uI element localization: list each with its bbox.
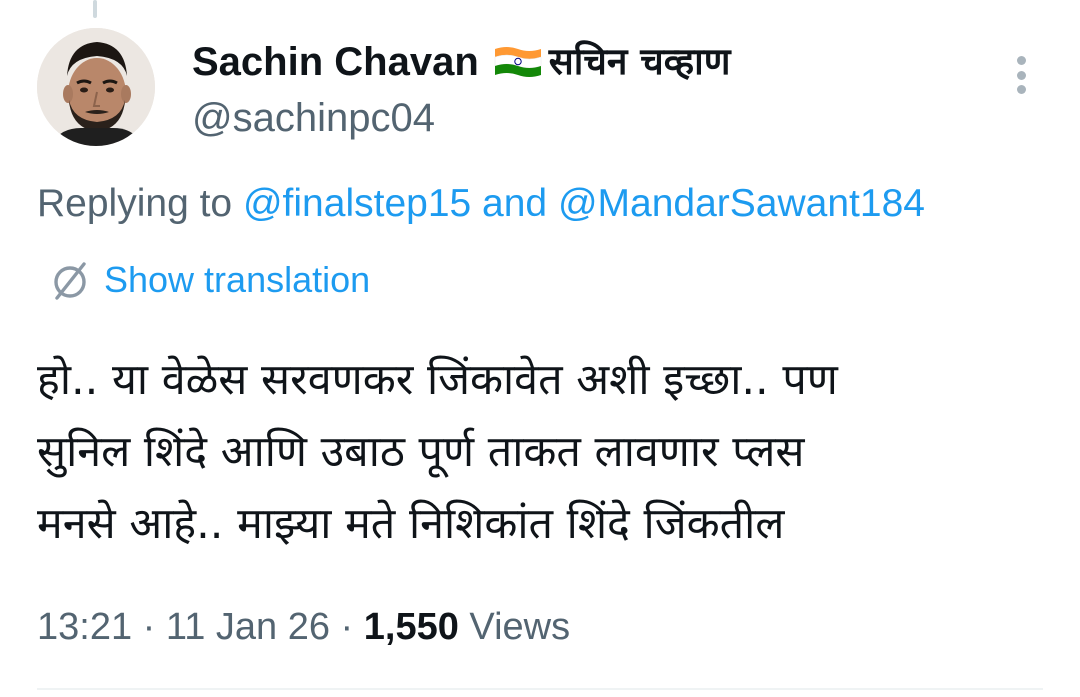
views-count[interactable]: 1,550: [364, 606, 459, 648]
tweet-text-line: सुनिल शिंदे आणि उबाठ पूर्ण ताकत लावणार प…: [37, 427, 805, 477]
tweet-time[interactable]: 13:21: [37, 606, 132, 648]
more-dot-icon: [1016, 56, 1026, 65]
author-handle[interactable]: @sachinpc04: [192, 94, 435, 142]
show-translation-label[interactable]: Show translation: [104, 258, 370, 302]
more-options-button[interactable]: [1004, 52, 1038, 98]
reply-mention-joiner[interactable]: and: [482, 182, 547, 225]
author-name-row[interactable]: Sachin Chavan सचिन चव्हाण: [192, 38, 730, 86]
divider: [37, 688, 1043, 690]
more-dot-icon: [1016, 70, 1026, 80]
meta-separator: ·: [340, 606, 354, 648]
replying-to-line: Replying to @finalstep15 and @MandarSawa…: [37, 180, 925, 228]
tweet-text: हो.. या वेळेस सरवणकर जिंकावेत अशी इच्छा.…: [37, 344, 1057, 560]
more-dot-icon: [1016, 85, 1026, 94]
avatar[interactable]: [37, 28, 155, 146]
thread-connector-line: [93, 0, 97, 18]
show-translation-button[interactable]: Show translation: [48, 258, 370, 302]
avatar-image: [37, 28, 155, 146]
tweet-text-line: हो.. या वेळेस सरवणकर जिंकावेत अशी इच्छा.…: [37, 355, 838, 405]
india-flag-icon: [493, 45, 543, 79]
meta-separator: ·: [142, 606, 156, 648]
views-label: Views: [469, 606, 571, 648]
replying-to-prefix: Replying to: [37, 182, 233, 225]
author-display-name[interactable]: Sachin Chavan: [192, 38, 479, 86]
tweet-meta-row: 13:21 · 11 Jan 26 · 1,550 Views: [37, 603, 570, 651]
tweet-text-line: मनसे आहे.. माझ्या मते निशिकांत शिंदे जिं…: [37, 499, 785, 549]
reply-mention-link[interactable]: @MandarSawant184: [558, 182, 925, 225]
author-display-name-devanagari[interactable]: सचिन चव्हाण: [549, 38, 731, 86]
reply-mention-link[interactable]: @finalstep15: [243, 182, 471, 225]
globe-translate-icon: [54, 262, 86, 300]
tweet-date[interactable]: 11 Jan 26: [166, 606, 330, 648]
